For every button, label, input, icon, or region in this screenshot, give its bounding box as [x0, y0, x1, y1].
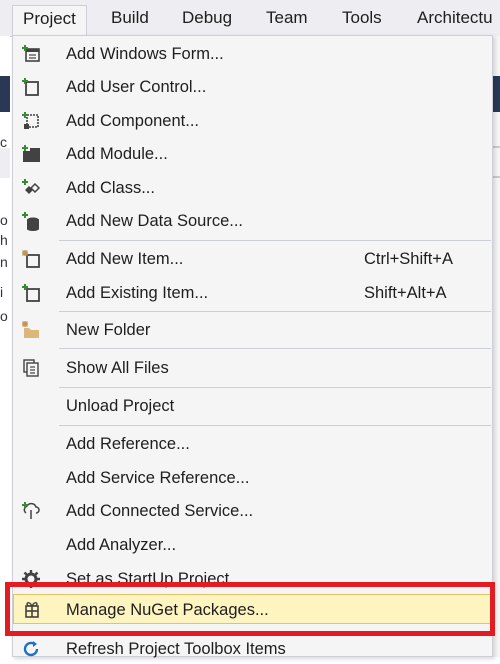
- menu-item-add-new-item[interactable]: Add New Item... Ctrl+Shift+A: [13, 244, 492, 274]
- editor-text-fragment: o: [0, 212, 8, 228]
- menu-item-add-reference[interactable]: Add Reference...: [13, 429, 492, 459]
- menu-item-label: Add Module...: [66, 145, 168, 163]
- menu-item-add-analyzer[interactable]: Add Analyzer...: [13, 530, 492, 560]
- menu-item-add-connected-service[interactable]: Add Connected Service...: [13, 496, 492, 526]
- menu-item-shortcut: Ctrl+Shift+A: [364, 250, 453, 268]
- menu-separator: [59, 425, 491, 426]
- windows-form-icon: [22, 45, 40, 62]
- menu-item-add-new-data-source[interactable]: Add New Data Source...: [13, 206, 492, 236]
- menu-team[interactable]: Team: [256, 5, 318, 31]
- menu-item-label: Add User Control...: [66, 78, 207, 96]
- menu-item-label: Add Class...: [66, 179, 155, 197]
- menu-item-label: Refresh Project Toolbox Items: [66, 640, 286, 658]
- new-folder-icon: [22, 321, 39, 338]
- component-icon: [22, 112, 39, 129]
- data-source-icon: [22, 212, 39, 231]
- connected-service-icon: [22, 502, 40, 519]
- menu-separator: [59, 387, 491, 388]
- divider: [493, 146, 500, 148]
- menu-item-label: Unload Project: [66, 397, 175, 415]
- menu-architecture[interactable]: Architectu: [407, 5, 500, 31]
- editor-text-fragment: i: [0, 284, 4, 300]
- menu-tools[interactable]: Tools: [332, 5, 392, 31]
- existing-item-icon: [22, 284, 40, 302]
- menu-item-add-module[interactable]: Add Module...: [13, 139, 492, 169]
- menu-build[interactable]: Build: [101, 5, 159, 31]
- editor-text-fragment: c: [0, 134, 7, 150]
- menu-separator: [59, 348, 491, 349]
- menu-item-label: Add Existing Item...: [66, 284, 209, 302]
- menu-item-label: New Folder: [66, 321, 151, 339]
- editor-tab-strip: [0, 76, 10, 112]
- menu-item-unload-project[interactable]: Unload Project: [13, 391, 492, 421]
- right-panel-edge: [493, 36, 500, 657]
- divider: [493, 176, 500, 178]
- editor-background: c o h n i o: [0, 36, 10, 657]
- menu-bar: Project Build Debug Team Tools Architect…: [0, 0, 500, 37]
- menu-item-label: Add Component...: [66, 112, 199, 130]
- menu-item-label: Add New Item...: [66, 250, 184, 268]
- menu-item-refresh-project-toolbox-items[interactable]: Refresh Project Toolbox Items: [13, 634, 492, 664]
- menu-item-show-all-files[interactable]: Show All Files: [13, 353, 492, 383]
- menu-item-add-class[interactable]: Add Class...: [13, 173, 492, 203]
- menu-item-add-service-reference[interactable]: Add Service Reference...: [13, 463, 492, 493]
- project-menu-dropdown: Add Windows Form... Add User Control... …: [12, 35, 493, 658]
- new-item-icon: [22, 250, 40, 268]
- menu-item-label: Add Service Reference...: [66, 469, 250, 487]
- editor-text-fragment: h: [0, 232, 8, 248]
- menu-item-shortcut: Shift+Alt+A: [364, 284, 447, 302]
- menu-item-new-folder[interactable]: New Folder: [13, 315, 492, 345]
- refresh-icon: [23, 641, 39, 657]
- menu-item-add-component[interactable]: Add Component...: [13, 106, 492, 136]
- right-tab-strip: [493, 76, 500, 112]
- editor-text-fragment: n: [0, 254, 8, 270]
- menu-separator: [59, 240, 491, 241]
- class-icon: [22, 179, 41, 194]
- menu-debug[interactable]: Debug: [172, 5, 242, 31]
- annotation-highlight-box: [5, 582, 495, 636]
- module-icon: [22, 145, 40, 162]
- show-all-files-icon: [23, 359, 39, 377]
- menu-item-label: Add Connected Service...: [66, 502, 254, 520]
- editor-toolbar-strip: [0, 148, 10, 178]
- menu-item-label: Add Analyzer...: [66, 536, 177, 554]
- menu-item-label: Add Windows Form...: [66, 45, 224, 63]
- user-control-icon: [22, 78, 39, 96]
- menu-item-label: Add New Data Source...: [66, 212, 244, 230]
- menu-item-add-windows-form[interactable]: Add Windows Form...: [13, 39, 492, 69]
- menu-separator: [59, 311, 491, 312]
- menu-item-add-existing-item[interactable]: Add Existing Item... Shift+Alt+A: [13, 278, 492, 308]
- menu-project[interactable]: Project: [12, 5, 87, 36]
- menu-item-add-user-control[interactable]: Add User Control...: [13, 72, 492, 102]
- editor-text-fragment: o: [0, 308, 8, 324]
- menu-item-label: Show All Files: [66, 359, 169, 377]
- menu-item-label: Add Reference...: [66, 435, 190, 453]
